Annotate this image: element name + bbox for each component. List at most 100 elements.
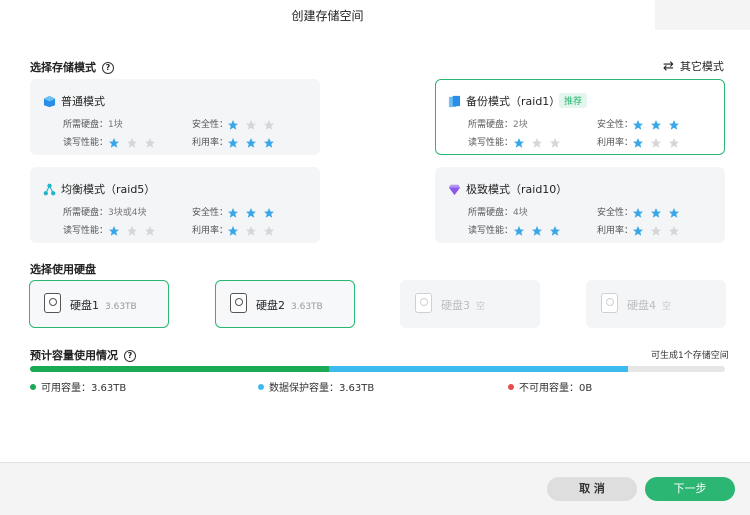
capacity-legend-item: 可用容量：3.63TB [30, 379, 126, 394]
star-empty-icon [263, 222, 275, 236]
star-filled-icon [227, 204, 239, 218]
network-icon [43, 181, 56, 196]
gem-icon [448, 181, 461, 196]
mode-card[interactable]: 普通模式 所需硬盘：1块 安全性： 读写性能： 利用率： [30, 79, 320, 155]
star-empty-icon [245, 222, 257, 236]
star-filled-icon [108, 134, 120, 148]
mode-card-title: 极致模式（raid10） [466, 183, 568, 196]
star-filled-icon [549, 222, 561, 236]
star-filled-icon [227, 134, 239, 148]
other-mode-link[interactable]: ⇄ 其它模式 [663, 58, 724, 74]
dialog-title: 创建存储空间 [291, 9, 364, 23]
security-label: 安全性： [192, 208, 229, 218]
security-stars [632, 116, 686, 135]
star-filled-icon [668, 116, 680, 130]
star-filled-icon [650, 204, 662, 218]
util-stars [632, 134, 686, 153]
security-stars [227, 204, 281, 223]
rw-label: 读写性能： [63, 138, 109, 148]
star-filled-icon [245, 134, 257, 148]
rw-label: 读写性能： [468, 226, 514, 236]
star-filled-icon [668, 204, 680, 218]
security-label: 安全性： [192, 120, 229, 130]
rw-stars [108, 134, 162, 153]
capacity-section-label: 预计容量使用情况? [30, 347, 136, 363]
capacity-summary: 可生成1个存储空间 [651, 351, 729, 361]
star-empty-icon [245, 116, 257, 130]
cancel-button[interactable]: 取 消 [547, 477, 637, 501]
star-empty-icon [531, 134, 543, 148]
security-label: 安全性： [597, 120, 634, 130]
next-button[interactable]: 下一步 [645, 477, 735, 501]
footer [0, 462, 750, 515]
disk-name: 硬盘3 空 [441, 299, 486, 312]
star-filled-icon [227, 222, 239, 236]
star-filled-icon [632, 134, 644, 148]
star-empty-icon [650, 222, 662, 236]
disk-size: 空 [476, 302, 486, 312]
rw-label: 读写性能： [468, 138, 514, 148]
star-filled-icon [263, 134, 275, 148]
disk-option[interactable]: 硬盘1 3.63TB [29, 280, 169, 328]
util-label: 利用率： [597, 226, 634, 236]
required-disks: 所需硬盘：1块 [63, 120, 123, 130]
star-filled-icon [108, 222, 120, 236]
disk-size: 3.63TB [291, 302, 323, 312]
mode-card-title: 备份模式（raid1） [466, 95, 561, 108]
mode-card[interactable]: 均衡模式（raid5） 所需硬盘：3块或4块 安全性： 读写性能： 利用率： [30, 167, 320, 243]
util-stars [227, 222, 281, 241]
star-empty-icon [126, 222, 138, 236]
required-disks: 所需硬盘：2块 [468, 120, 528, 130]
hard-disk-icon [415, 293, 432, 313]
mode-card[interactable]: 极致模式（raid10） 所需硬盘：4块 安全性： 读写性能： 利用率： [435, 167, 725, 243]
help-icon[interactable]: ? [102, 62, 114, 74]
cube-icon [43, 93, 56, 108]
mode-card[interactable]: 备份模式（raid1） 推荐 所需硬盘：2块 安全性： 读写性能： 利用率： [435, 79, 725, 155]
star-filled-icon [650, 116, 662, 130]
hard-disk-icon [44, 293, 61, 313]
legend-dot-icon [508, 384, 514, 390]
required-disks: 所需硬盘：3块或4块 [63, 208, 147, 218]
disk-option: 硬盘4 空 [586, 280, 726, 328]
star-filled-icon [263, 204, 275, 218]
disk-size: 3.63TB [105, 302, 137, 312]
capacity-segment [30, 366, 329, 372]
capacity-legend-item: 数据保护容量：3.63TB [258, 379, 374, 394]
star-filled-icon [531, 222, 543, 236]
security-stars [632, 204, 686, 223]
star-empty-icon [126, 134, 138, 148]
star-empty-icon [144, 222, 156, 236]
disk-option[interactable]: 硬盘2 3.63TB [215, 280, 355, 328]
disk-option: 硬盘3 空 [400, 280, 540, 328]
storage-mode-section-label: 选择存储模式? [30, 59, 114, 75]
rw-stars [108, 222, 162, 241]
capacity-legend-item: 不可用容量：0B [508, 379, 592, 394]
star-filled-icon [513, 222, 525, 236]
rw-stars [513, 134, 567, 153]
rw-label: 读写性能： [63, 226, 109, 236]
rw-stars [513, 222, 567, 241]
star-empty-icon [549, 134, 561, 148]
star-empty-icon [263, 116, 275, 130]
hard-disk-icon [230, 293, 247, 313]
hard-disk-icon [601, 293, 618, 313]
help-icon[interactable]: ? [124, 350, 136, 362]
recommended-badge: 推荐 [559, 93, 588, 108]
disk-section-label: 选择使用硬盘 [30, 263, 96, 276]
swap-icon: ⇄ [663, 59, 674, 74]
star-filled-icon [632, 222, 644, 236]
star-filled-icon [227, 116, 239, 130]
star-filled-icon [632, 204, 644, 218]
util-stars [227, 134, 281, 153]
disk-name: 硬盘1 3.63TB [70, 299, 137, 312]
capacity-segment [328, 366, 628, 372]
legend-dot-icon [30, 384, 36, 390]
security-label: 安全性： [597, 208, 634, 218]
mode-card-title: 均衡模式（raid5） [61, 183, 156, 196]
title-bar: 创建存储空间 [0, 0, 750, 30]
backup-icon [448, 93, 461, 108]
legend-dot-icon [258, 384, 264, 390]
star-filled-icon [632, 116, 644, 130]
star-empty-icon [144, 134, 156, 148]
util-label: 利用率： [192, 138, 229, 148]
